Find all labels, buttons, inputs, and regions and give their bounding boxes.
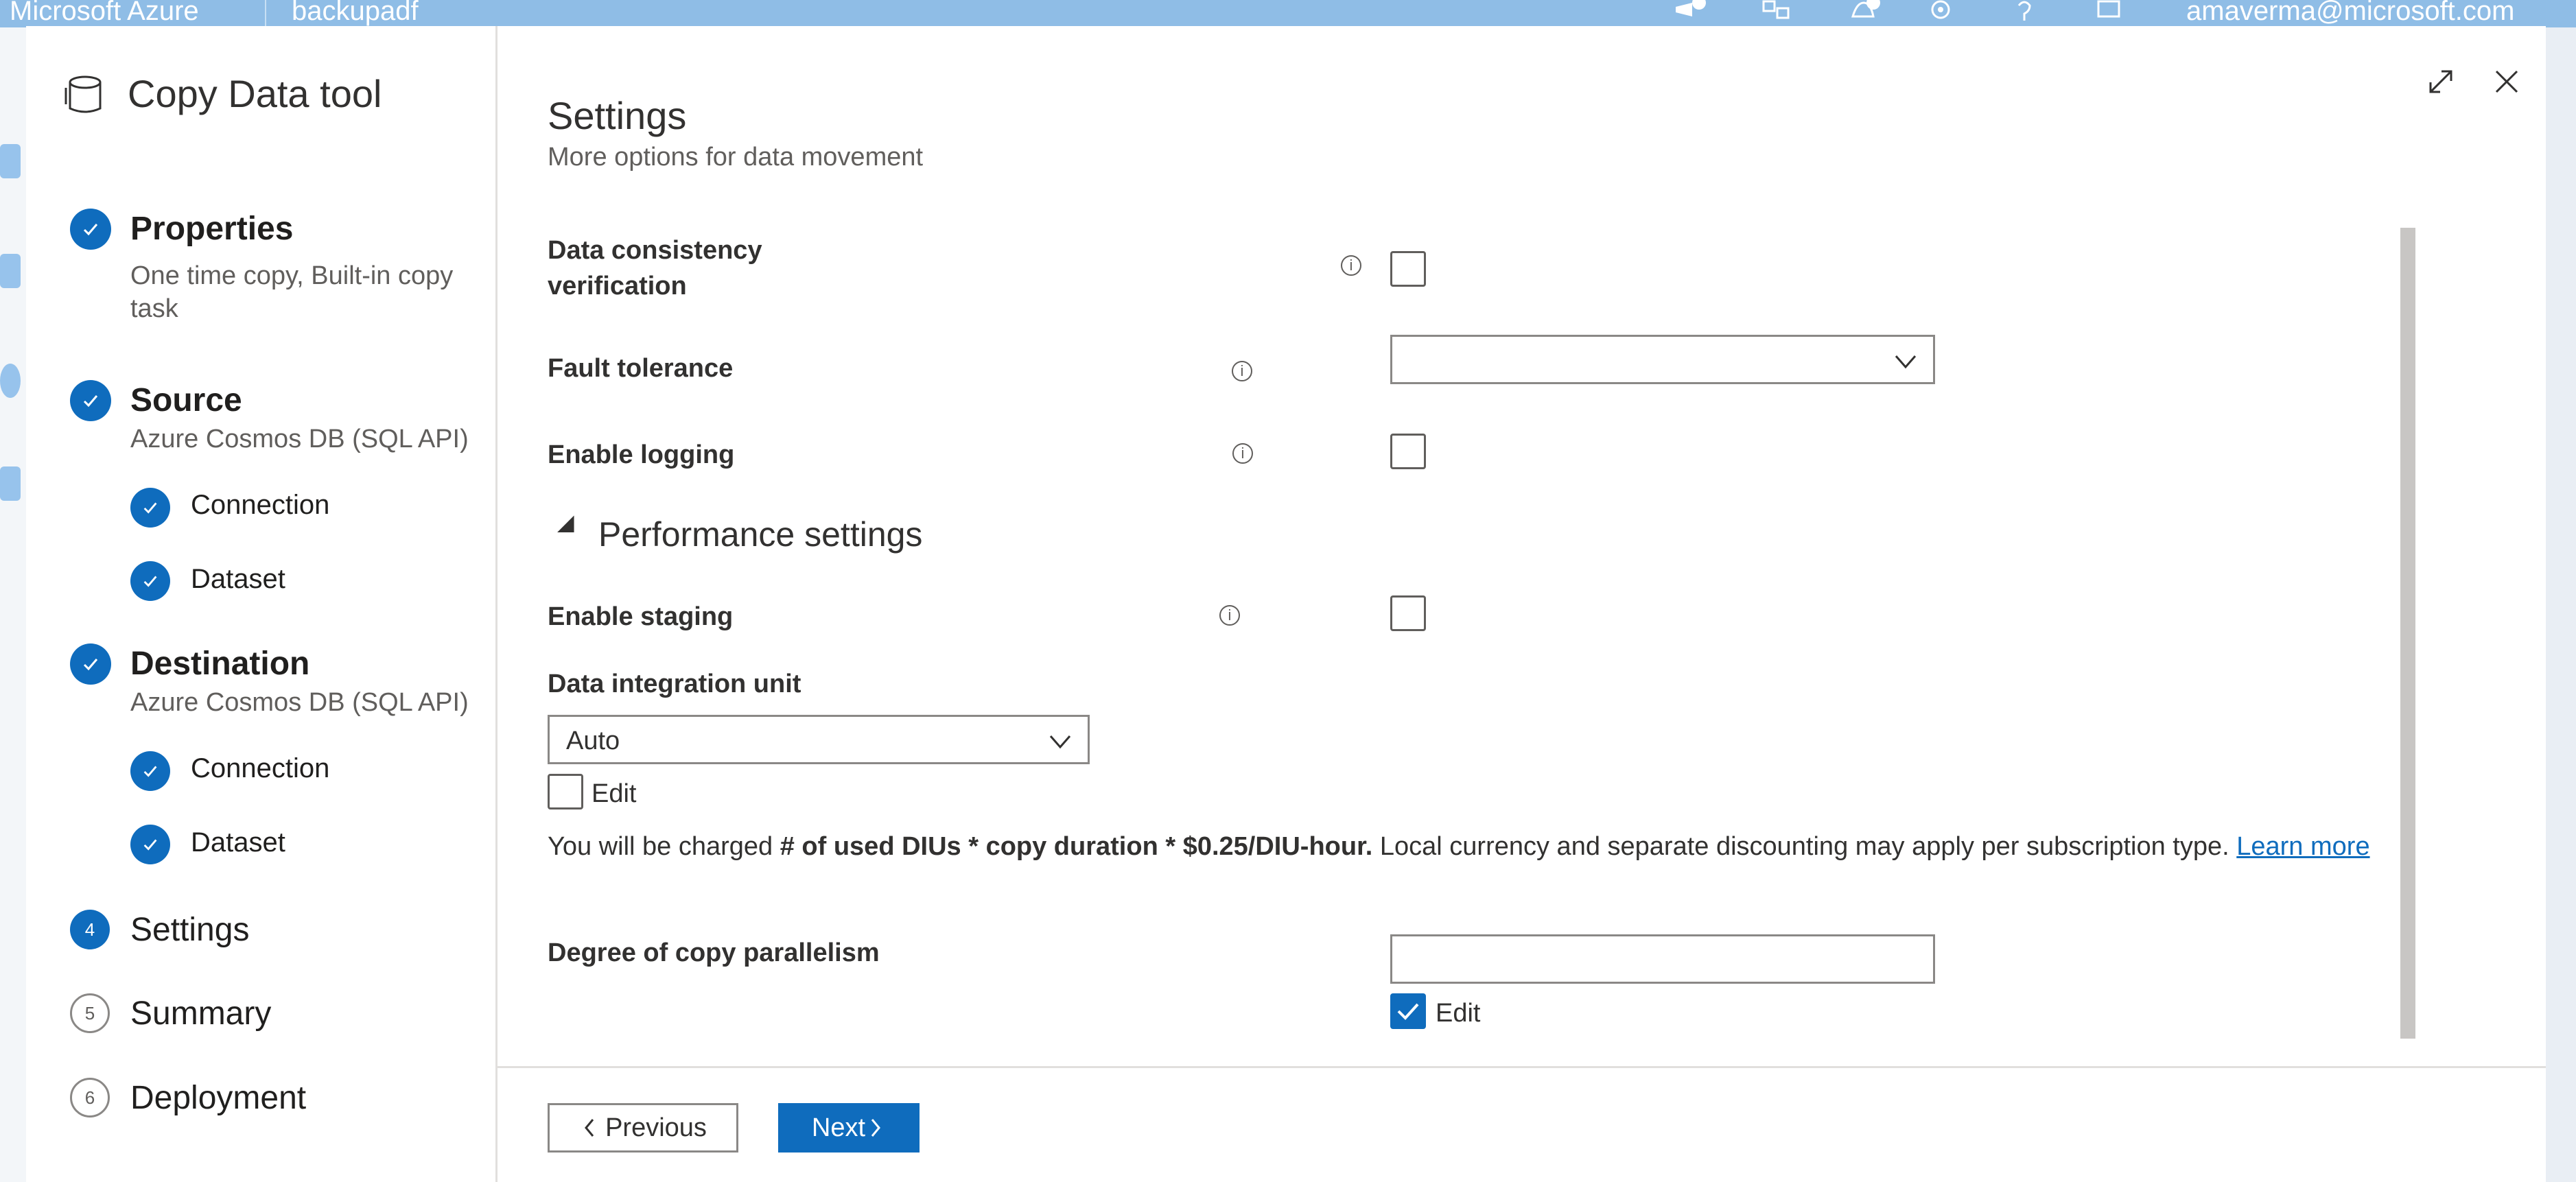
author-icon: [0, 254, 21, 288]
home-icon: [0, 144, 21, 178]
diu-value: Auto: [566, 726, 620, 755]
chevron-left-icon: [585, 1119, 594, 1137]
info-icon[interactable]: i: [1232, 443, 1253, 464]
substep-source-connection[interactable]: Connection: [191, 490, 329, 521]
database-icon: [65, 75, 102, 113]
parallelism-input[interactable]: [1390, 934, 1935, 984]
step-settings-number: 4: [70, 910, 110, 949]
enable-staging-label: Enable staging: [548, 602, 734, 631]
chevron-down-icon: [1049, 735, 1071, 749]
tool-title-text: Copy Data tool: [128, 72, 382, 115]
alerts-icon[interactable]: [1846, 0, 1882, 27]
help-icon[interactable]: [2006, 0, 2042, 27]
azure-brand[interactable]: Microsoft Azure: [10, 0, 199, 27]
collapse-triangle-icon: ◢: [557, 510, 574, 534]
info-icon[interactable]: i: [1219, 605, 1240, 626]
substep-destination-dataset[interactable]: Dataset: [191, 827, 285, 858]
directory-icon[interactable]: [1758, 0, 1794, 27]
substep-destination-connection[interactable]: Connection: [191, 753, 329, 784]
page-subtitle: More options for data movement: [548, 143, 924, 172]
chevron-right-icon: [871, 1119, 881, 1137]
step-deployment[interactable]: Deployment: [130, 1079, 306, 1117]
charge-notice: You will be charged # of used DIUs * cop…: [548, 829, 2414, 864]
performance-settings-label: Performance settings: [598, 515, 923, 554]
step-destination-check-icon: [70, 643, 111, 685]
azure-top-bar: Microsoft Azure backupadf amaverma@micro…: [0, 0, 2576, 27]
step-source-check-icon: [70, 380, 111, 421]
portal-left-nav: [0, 27, 26, 1182]
charge-suffix: Local currency and separate discounting …: [1372, 832, 2237, 861]
info-icon[interactable]: i: [1341, 255, 1361, 276]
step-properties-subtitle: One time copy, Built-in copy task: [130, 261, 454, 323]
step-summary[interactable]: Summary: [130, 995, 271, 1032]
feedback-icon[interactable]: [2092, 0, 2127, 27]
enable-logging-label: Enable logging: [548, 440, 735, 469]
gear-icon[interactable]: [1923, 0, 1958, 27]
parallelism-label: Degree of copy parallelism: [548, 938, 880, 967]
footer-divider: [495, 1066, 2546, 1068]
step-source[interactable]: Source: [130, 381, 242, 419]
user-account[interactable]: amaverma@microsoft.com: [2186, 0, 2514, 27]
parallelism-edit-label: Edit: [1436, 999, 1481, 1028]
factory-name[interactable]: backupadf: [292, 0, 419, 27]
diu-dropdown[interactable]: Auto: [548, 715, 1090, 764]
checkmark-icon: [1397, 1003, 1419, 1020]
vertical-scrollbar[interactable]: [2400, 228, 2415, 1039]
wizard-sidebar: Copy Data tool Properties One time copy,…: [26, 26, 497, 1182]
settings-panel: Settings More options for data movement …: [495, 26, 2546, 1182]
step-destination[interactable]: Destination: [130, 645, 309, 683]
data-consistency-checkbox[interactable]: [1390, 251, 1426, 287]
enable-logging-checkbox[interactable]: [1390, 434, 1426, 469]
data-consistency-label-line1: Data consistency: [548, 236, 762, 265]
enable-staging-checkbox[interactable]: [1390, 595, 1426, 631]
fault-tolerance-label: Fault tolerance: [548, 354, 734, 383]
substep-source-dataset-check-icon: [130, 561, 170, 601]
previous-button-label: Previous: [605, 1113, 707, 1142]
charge-prefix: You will be charged: [548, 832, 780, 861]
fault-tolerance-dropdown[interactable]: [1390, 335, 1935, 384]
step-destination-subtitle: Azure Cosmos DB (SQL API): [130, 688, 469, 717]
notifications-icon[interactable]: [1672, 0, 1707, 27]
maximize-icon[interactable]: [2424, 64, 2458, 99]
diu-edit-label: Edit: [592, 779, 637, 808]
substep-source-connection-check-icon: [130, 488, 170, 528]
info-icon[interactable]: i: [1232, 361, 1252, 381]
learn-more-link[interactable]: Learn more: [2236, 832, 2369, 861]
step-summary-number: 5: [70, 993, 110, 1033]
manage-icon: [0, 466, 21, 501]
step-settings[interactable]: Settings: [130, 911, 249, 949]
charge-formula: # of used DIUs * copy duration * $0.25/D…: [780, 832, 1373, 861]
step-deployment-number: 6: [70, 1078, 110, 1118]
monitor-icon: [0, 364, 21, 398]
step-properties-check-icon: [70, 209, 111, 250]
diu-edit-checkbox[interactable]: [548, 774, 583, 809]
page-title: Settings: [548, 94, 687, 137]
next-button-label: Next: [811, 1113, 866, 1142]
close-icon[interactable]: [2490, 64, 2524, 99]
topbar-divider: [265, 0, 266, 27]
step-source-subtitle: Azure Cosmos DB (SQL API): [130, 425, 469, 453]
previous-button[interactable]: Previous: [548, 1103, 738, 1153]
step-properties[interactable]: Properties: [130, 210, 293, 248]
chevron-down-icon: [1895, 355, 1917, 369]
copy-data-dialog: Copy Data tool Properties One time copy,…: [26, 26, 2546, 1182]
substep-destination-connection-check-icon: [130, 751, 170, 791]
substep-destination-dataset-check-icon: [130, 825, 170, 864]
data-consistency-label-line2: verification: [548, 272, 687, 300]
parallelism-edit-checkbox[interactable]: [1390, 993, 1426, 1029]
next-button[interactable]: Next: [778, 1103, 920, 1153]
diu-label: Data integration unit: [548, 670, 801, 698]
substep-source-dataset[interactable]: Dataset: [191, 564, 285, 595]
